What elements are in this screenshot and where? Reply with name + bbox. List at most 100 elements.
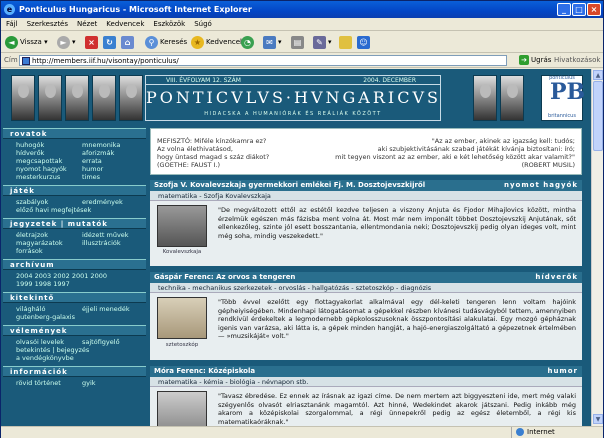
sidebar-section-title: kitekintő: [3, 292, 146, 303]
back-button[interactable]: ◄ Vissza ▾: [5, 34, 48, 50]
sidebar-link[interactable]: a vendégkönyvbe: [16, 354, 82, 362]
sidebar-link[interactable]: életrajzok: [16, 231, 82, 239]
sidebar-link[interactable]: aforizmák: [82, 149, 148, 157]
search-icon: ⚲: [145, 35, 158, 49]
sidebar-link[interactable]: idézett művek: [82, 231, 148, 239]
search-button[interactable]: ⚲ Keresés: [145, 34, 187, 50]
article-image[interactable]: [157, 391, 207, 426]
sidebar-link[interactable]: világháló: [16, 305, 82, 313]
go-button[interactable]: ➔ Ugrás: [519, 55, 551, 66]
portrait-image: [92, 75, 116, 121]
sidebar: rovatok huhogók mnemonika hídverők aforizmák…: [3, 128, 146, 426]
article-excerpt: "Több évvel ezelőtt egy flottagyakorlat …: [218, 298, 576, 340]
address-label: Cím: [4, 56, 18, 64]
article-image[interactable]: [157, 205, 207, 247]
article-category-link[interactable]: nyomot hagyók: [504, 180, 578, 191]
sidebar-link[interactable]: éjjeli menedék: [82, 305, 148, 313]
ponticulus-britannicus-logo[interactable]: ponticulus PB britannicus: [541, 75, 585, 121]
sidebar-link[interactable]: gyik: [82, 379, 148, 387]
browser-window: e Ponticulus Hungaricus - Microsoft Inte…: [0, 0, 604, 438]
menu-help[interactable]: Súgó: [189, 18, 216, 28]
portrait-image: [11, 75, 35, 121]
refresh-icon: ↻: [103, 35, 116, 49]
masthead: VIII. ÉVFOLYAM 12. SZÁM 2004. DECEMBER PO…: [145, 75, 441, 121]
scroll-thumb[interactable]: [593, 81, 603, 151]
sidebar-link[interactable]: times: [82, 173, 148, 181]
home-button[interactable]: ⌂: [121, 34, 136, 50]
minimize-button[interactable]: _: [557, 3, 571, 16]
sidebar-link[interactable]: sajtófigyelő: [82, 338, 148, 346]
sidebar-link[interactable]: magyarázatok: [16, 239, 82, 247]
globe-icon: [516, 428, 524, 436]
messenger-icon: ☺: [357, 35, 370, 49]
sidebar-link[interactable]: eredmények: [82, 198, 148, 206]
menu-tools[interactable]: Eszközök: [148, 18, 189, 28]
menu-file[interactable]: Fájl: [1, 18, 22, 28]
sidebar-link[interactable]: 1999 1998 1997: [16, 280, 82, 288]
article-excerpt: "Tavasz ébredése. Ez ennek az írásnak az…: [218, 392, 576, 426]
article-title-link[interactable]: Móra Ferenc: Középiskola: [154, 367, 255, 375]
edit-button[interactable]: ✎ ▾: [313, 34, 332, 50]
sidebar-link[interactable]: gutenberg-galaxis: [16, 313, 82, 321]
refresh-button[interactable]: ↻: [103, 34, 118, 50]
article-tags[interactable]: matematika - Szofja Kovalevszkaja: [150, 191, 582, 201]
stop-icon: ×: [85, 35, 98, 49]
mail-button[interactable]: ✉ ▾: [263, 34, 282, 50]
sidebar-link[interactable]: mesterkurzus: [16, 173, 82, 181]
sidebar-link[interactable]: 2004 2003 2002 2001 2000: [16, 272, 107, 280]
menu-edit[interactable]: Szerkesztés: [22, 18, 72, 28]
favorites-button[interactable]: ★ Kedvencek: [191, 34, 244, 50]
sidebar-link[interactable]: mnemonika: [82, 141, 148, 149]
article-title-link[interactable]: Gáspár Ferenc: Az orvos a tengeren: [154, 273, 295, 281]
mail-icon: ✉: [263, 35, 276, 49]
forward-arrow-icon: ►: [57, 35, 70, 49]
links-toolbar[interactable]: Hivatkozások: [554, 56, 600, 64]
sidebar-link[interactable]: szabályok: [16, 198, 82, 206]
menu-view[interactable]: Nézet: [72, 18, 101, 28]
sidebar-link[interactable]: huhogók: [16, 141, 82, 149]
forward-button[interactable]: ► ▾: [57, 34, 76, 50]
sidebar-section: rövid történet gyik: [3, 377, 146, 391]
article-image[interactable]: [157, 297, 207, 339]
portrait-image: [65, 75, 89, 121]
title-bar: e Ponticulus Hungaricus - Microsoft Inte…: [1, 1, 603, 18]
sidebar-link[interactable]: humor: [82, 165, 148, 173]
sidebar-link[interactable]: olvasói levelek: [16, 338, 82, 346]
address-input[interactable]: http://members.iif.hu/visontay/ponticulu…: [19, 55, 507, 66]
article-category-link[interactable]: hídverők: [535, 272, 578, 283]
sidebar-link[interactable]: megcsapottak: [16, 157, 82, 165]
sidebar-link[interactable]: források: [16, 247, 82, 255]
sidebar-link[interactable]: előző havi megfejtések: [16, 206, 91, 214]
sidebar-link[interactable]: nyomot hagyók: [16, 165, 82, 173]
vertical-scrollbar[interactable]: ▲ ▼: [591, 69, 603, 426]
address-bar: Cím http://members.iif.hu/visontay/ponti…: [1, 53, 603, 68]
history-button[interactable]: ◔: [241, 34, 256, 50]
print-button[interactable]: ▤: [291, 34, 306, 50]
scroll-down-button[interactable]: ▼: [593, 414, 603, 424]
messenger-button[interactable]: ☺: [357, 34, 372, 50]
article-title-link[interactable]: Szofja V. Kovalevszkaja gyermekkori emlé…: [154, 181, 425, 189]
article-tags[interactable]: matematika - kémia - biológia - névnapon…: [150, 377, 582, 387]
stop-button[interactable]: ×: [85, 34, 100, 50]
sidebar-section: 2004 2003 2002 2001 2000 1999 1998 1997: [3, 270, 146, 292]
menu-favorites[interactable]: Kedvencek: [101, 18, 148, 28]
scroll-up-button[interactable]: ▲: [593, 70, 603, 80]
discuss-button[interactable]: [339, 34, 354, 50]
maximize-button[interactable]: □: [572, 3, 586, 16]
sidebar-link[interactable]: rövid történet: [16, 379, 82, 387]
sidebar-link[interactable]: errata: [82, 157, 148, 165]
page-viewport[interactable]: VIII. ÉVFOLYAM 12. SZÁM 2004. DECEMBER PO…: [1, 69, 591, 426]
portrait-image: [473, 75, 497, 121]
article-tags[interactable]: technika - mechanikus szerkezetek - orvo…: [150, 283, 582, 293]
issue-date: 2004. DECEMBER: [363, 77, 416, 84]
sidebar-section-title: vélemények: [3, 325, 146, 336]
quote-box: MEFISZTÓ: Mifélе kínzókamra ez? Az volna …: [150, 128, 582, 175]
sidebar-link[interactable]: betekintés | bejegyzés: [16, 346, 89, 354]
article-category-link[interactable]: humor: [547, 366, 578, 377]
sidebar-link[interactable]: hídverők: [16, 149, 82, 157]
close-button[interactable]: ×: [587, 3, 601, 16]
site-subtitle: HIDACSKA A HUMANIÓRÁK ÉS REÁLIÁK KÖZÖTT: [204, 111, 382, 117]
portrait-image: [500, 75, 524, 121]
sidebar-link[interactable]: illusztrációk: [82, 239, 148, 247]
sidebar-section-title: rovatok: [3, 128, 146, 139]
